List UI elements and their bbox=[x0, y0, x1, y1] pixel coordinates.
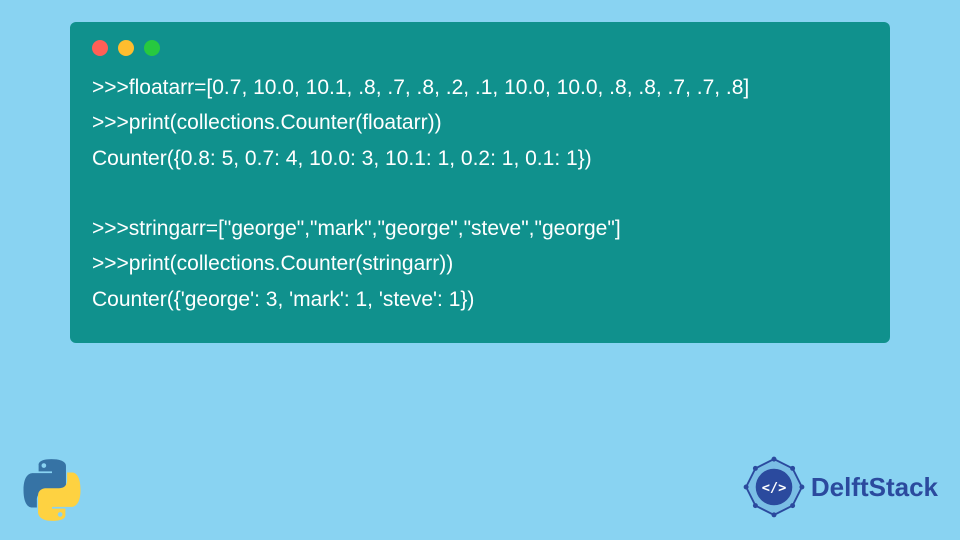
delftstack-logo: </> DelftStack bbox=[743, 456, 938, 518]
delftstack-name: DelftStack bbox=[811, 472, 938, 503]
code-content: >>>floatarr=[0.7, 10.0, 10.1, .8, .7, .8… bbox=[92, 70, 868, 317]
svg-text:</>: </> bbox=[762, 480, 787, 496]
close-dot-icon bbox=[92, 40, 108, 56]
minimize-dot-icon bbox=[118, 40, 134, 56]
delftstack-icon: </> bbox=[743, 456, 805, 518]
python-logo-icon bbox=[20, 458, 84, 522]
code-window: >>>floatarr=[0.7, 10.0, 10.1, .8, .7, .8… bbox=[70, 22, 890, 343]
maximize-dot-icon bbox=[144, 40, 160, 56]
window-controls bbox=[92, 40, 868, 56]
